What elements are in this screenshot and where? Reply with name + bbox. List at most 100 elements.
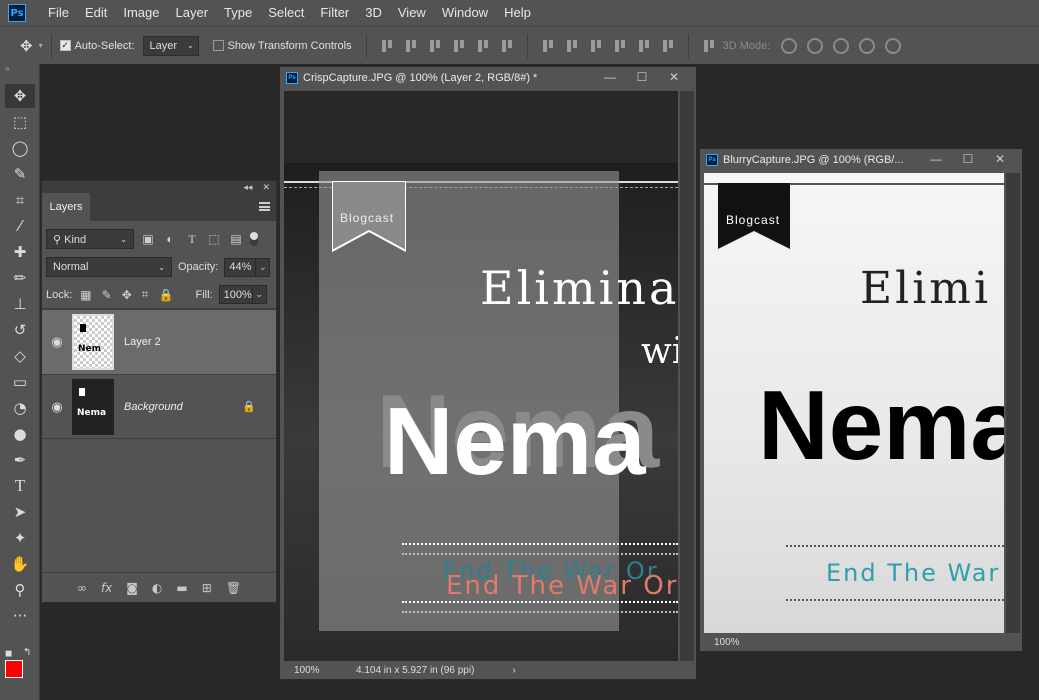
layer-name[interactable]: Layer 2 [124, 336, 276, 348]
blend-mode-dropdown[interactable]: Normal ⌄ [46, 257, 172, 277]
lock-transparent-pixels-icon[interactable]: ▦ [80, 288, 91, 302]
filter-shape-icon[interactable]: ⬚ [206, 232, 222, 246]
eye-icon[interactable]: ◉ [43, 334, 71, 350]
more-tools-icon[interactable]: ··· [5, 604, 35, 628]
color-swatches[interactable]: ◼ ↰ [5, 647, 35, 694]
eyedropper-tool-icon[interactable]: ⁄ [5, 214, 35, 238]
document-titlebar[interactable]: Ps BlurryCapture.JPG @ 100% (RGB/... — ☐… [700, 149, 1022, 171]
menu-image[interactable]: Image [115, 0, 167, 26]
hand-tool-icon[interactable]: ✋ [5, 552, 35, 576]
opacity-input[interactable]: 44% [224, 257, 257, 277]
lasso-tool-icon[interactable]: ◯ [5, 136, 35, 160]
move-tool-icon[interactable]: ✥ [5, 84, 35, 108]
collapse-panel-icon[interactable]: ◂◂ [243, 182, 252, 193]
align-vertical-center-icon[interactable] [404, 39, 418, 53]
collapse-toolbar-icon[interactable]: » [0, 64, 39, 74]
3d-pan-icon[interactable] [833, 37, 850, 54]
menu-window[interactable]: Window [434, 0, 496, 26]
3d-roll-icon[interactable] [807, 37, 824, 54]
adjustment-layer-icon[interactable]: ◐ [152, 581, 162, 595]
history-brush-tool-icon[interactable]: ↺ [5, 318, 35, 342]
align-right-icon[interactable] [500, 39, 514, 53]
menu-select[interactable]: Select [260, 0, 312, 26]
link-layers-icon[interactable]: ∞ [77, 581, 87, 595]
pen-tool-icon[interactable]: ✒ [5, 448, 35, 472]
minimize-icon[interactable]: — [928, 152, 944, 166]
menu-filter[interactable]: Filter [312, 0, 357, 26]
auto-align-icon[interactable] [702, 39, 716, 53]
menu-type[interactable]: Type [216, 0, 260, 26]
menu-edit[interactable]: Edit [77, 0, 115, 26]
auto-select-dropdown[interactable]: Layer ⌄ [142, 35, 199, 56]
lock-position-icon[interactable]: ✥ [122, 288, 132, 302]
vertical-scrollbar[interactable] [1006, 173, 1020, 633]
menu-3d[interactable]: 3D [357, 0, 390, 26]
filter-type-icon[interactable]: T [184, 232, 200, 246]
align-bottom-icon[interactable] [428, 39, 442, 53]
panel-menu-icon[interactable] [259, 202, 270, 211]
minimize-icon[interactable]: — [602, 70, 618, 84]
zoom-level[interactable]: 100% [280, 665, 356, 676]
zoom-level[interactable]: 100% [700, 637, 740, 648]
close-icon[interactable]: ✕ [992, 152, 1008, 166]
layer-name[interactable]: Background [124, 401, 242, 413]
tab-layers[interactable]: Layers [42, 193, 90, 221]
zoom-tool-icon[interactable]: ⚲ [5, 578, 35, 602]
3d-slide-icon[interactable] [859, 37, 876, 54]
shape-tool-icon[interactable]: ✦ [5, 526, 35, 550]
menu-file[interactable]: File [40, 0, 77, 26]
document-canvas[interactable]: Blogcast Elimi Nema End The War [704, 173, 1004, 633]
distribute-top-icon[interactable] [541, 39, 555, 53]
align-horizontal-center-icon[interactable] [476, 39, 490, 53]
new-group-icon[interactable]: ▬ [176, 581, 187, 595]
trash-icon[interactable]: 🗑 [226, 581, 241, 595]
lock-image-pixels-icon[interactable]: ✎ [102, 288, 112, 302]
filter-kind-dropdown[interactable]: ⚲ Kind ⌄ [46, 229, 134, 249]
add-mask-icon[interactable]: ◙ [126, 581, 138, 595]
quick-select-tool-icon[interactable]: ✎ [5, 162, 35, 186]
filter-pixel-icon[interactable]: ▣ [140, 232, 156, 246]
foreground-color-swatch[interactable] [5, 660, 23, 678]
eye-icon[interactable]: ◉ [43, 399, 71, 415]
distribute-bottom-icon[interactable] [589, 39, 603, 53]
healing-brush-tool-icon[interactable]: ✚ [5, 240, 35, 264]
close-icon[interactable]: ✕ [666, 70, 682, 84]
type-tool-icon[interactable]: T [5, 474, 35, 498]
menu-view[interactable]: View [390, 0, 434, 26]
3d-scale-icon[interactable] [885, 37, 902, 54]
distribute-horizontal-center-icon[interactable] [637, 39, 651, 53]
show-transform-checkbox[interactable]: Show Transform Controls [212, 40, 352, 52]
auto-select-checkbox[interactable]: ✓ Auto-Select: [59, 40, 135, 52]
layer-row[interactable]: ◉ Nem Layer 2 [42, 309, 276, 374]
chevron-down-icon[interactable]: ▾ [39, 41, 43, 50]
clone-stamp-tool-icon[interactable]: ⊥ [5, 292, 35, 316]
distribute-vertical-center-icon[interactable] [565, 39, 579, 53]
distribute-left-icon[interactable] [613, 39, 627, 53]
crop-tool-icon[interactable]: ⌗ [5, 188, 35, 212]
filter-smart-object-icon[interactable]: ▤ [228, 232, 244, 246]
layer-row[interactable]: ◉ Nema Background 🔒 [42, 374, 276, 439]
layer-style-icon[interactable]: fx [101, 581, 112, 595]
3d-rotate-icon[interactable] [781, 37, 798, 54]
swap-colors-icon[interactable]: ↰ [23, 647, 31, 658]
opacity-slider-toggle[interactable]: ⌄ [256, 257, 271, 277]
document-titlebar[interactable]: Ps CrispCapture.JPG @ 100% (Layer 2, RGB… [280, 67, 696, 89]
filter-toggle[interactable] [250, 232, 258, 246]
status-chevron-icon[interactable]: › [512, 665, 515, 676]
new-layer-icon[interactable]: ⊞ [202, 581, 212, 595]
align-top-icon[interactable] [380, 39, 394, 53]
lock-all-icon[interactable]: 🔒 [159, 288, 174, 302]
marquee-tool-icon[interactable]: ⬚ [5, 110, 35, 134]
maximize-icon[interactable]: ☐ [634, 70, 650, 84]
menu-layer[interactable]: Layer [168, 0, 217, 26]
align-left-icon[interactable] [452, 39, 466, 53]
path-select-tool-icon[interactable]: ➤ [5, 500, 35, 524]
eraser-tool-icon[interactable]: ◇ [5, 344, 35, 368]
move-tool-preset-icon[interactable]: ✥ [20, 37, 33, 55]
menu-help[interactable]: Help [496, 0, 539, 26]
blur-tool-icon[interactable]: ◔ [5, 396, 35, 420]
filter-adjustment-icon[interactable]: ◐ [162, 232, 178, 246]
brush-tool-icon[interactable]: ✏ [5, 266, 35, 290]
default-colors-icon[interactable]: ◼ [5, 648, 12, 659]
distribute-right-icon[interactable] [661, 39, 675, 53]
